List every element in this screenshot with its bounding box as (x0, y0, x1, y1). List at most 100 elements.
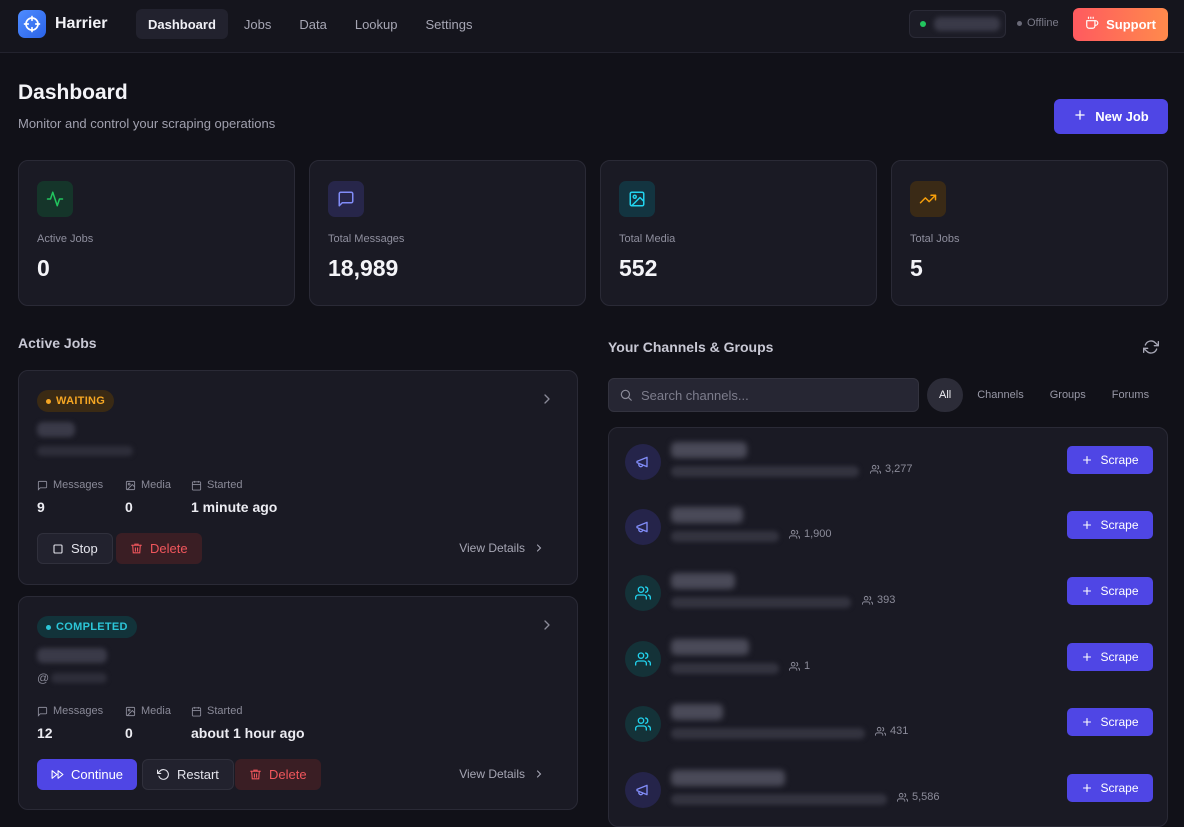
stat-value: 0 (37, 255, 50, 281)
delete-button[interactable]: Delete (116, 533, 202, 564)
trending-up-icon (910, 181, 946, 217)
top-bar: Harrier Dashboard Jobs Data Lookup Setti… (0, 0, 1184, 53)
chevron-right-icon (536, 770, 542, 778)
filter-forums[interactable]: Forums (1100, 378, 1161, 412)
users-icon (625, 575, 661, 611)
scrape-button[interactable]: Scrape (1067, 446, 1153, 474)
channel-username-redacted (671, 728, 865, 739)
job-name-redacted (37, 648, 107, 663)
calendar-icon (191, 480, 202, 491)
stat-value: 552 (619, 255, 658, 281)
support-button[interactable]: Support (1073, 8, 1168, 41)
list-item[interactable]: 3,277 Scrape (609, 428, 1167, 494)
restart-button[interactable]: Restart (142, 759, 234, 790)
image-icon (125, 480, 136, 490)
scrape-button[interactable]: Scrape (1067, 511, 1153, 539)
activity-icon (37, 181, 73, 217)
job-handle-redacted (51, 673, 108, 683)
connection-status-label: Offline (1027, 17, 1059, 29)
job-card[interactable]: WAITING Messages 9 Media 0 Started 1 min… (18, 370, 578, 585)
brand[interactable]: Harrier (18, 10, 107, 38)
chevron-right-icon[interactable] (539, 391, 555, 412)
status-badge: COMPLETED (37, 616, 137, 638)
users-icon (789, 529, 800, 539)
list-item[interactable]: 393 Scrape (609, 559, 1167, 625)
status-dot (46, 398, 51, 404)
nav-data[interactable]: Data (287, 9, 338, 39)
channel-filter-tabs: All Channels Groups Forums (927, 378, 1161, 412)
users-icon (625, 706, 661, 742)
scrape-button[interactable]: Scrape (1067, 708, 1153, 736)
channel-search[interactable] (608, 378, 919, 412)
stat-card-total-messages: Total Messages 18,989 (309, 160, 586, 306)
channel-name-redacted (671, 704, 723, 720)
messages-label: Messages (37, 479, 103, 491)
megaphone-icon (625, 772, 661, 808)
fast-forward-icon (51, 770, 64, 779)
channel-username-redacted (671, 663, 779, 674)
stat-card-total-media: Total Media 552 (600, 160, 877, 306)
search-icon (620, 389, 632, 401)
page-subtitle: Monitor and control your scraping operat… (18, 116, 276, 131)
delete-button[interactable]: Delete (235, 759, 321, 790)
filter-all[interactable]: All (927, 378, 964, 412)
message-square-icon (37, 480, 48, 491)
nav-jobs[interactable]: Jobs (232, 9, 283, 39)
stat-card-total-jobs: Total Jobs 5 (891, 160, 1168, 306)
status-label: WAITING (56, 395, 106, 407)
crosshair-icon (18, 10, 46, 38)
search-input[interactable] (641, 387, 901, 403)
stop-button[interactable]: Stop (37, 533, 113, 564)
nav-dashboard[interactable]: Dashboard (136, 9, 228, 39)
channel-name-redacted (671, 442, 747, 458)
view-details-link[interactable]: View Details (459, 767, 545, 781)
scrape-button[interactable]: Scrape (1067, 774, 1153, 802)
plus-icon (1083, 717, 1092, 727)
media-label: Media (125, 479, 171, 491)
status-dot (1017, 20, 1022, 26)
channels-title: Your Channels & Groups (608, 339, 774, 355)
plus-icon (1083, 586, 1092, 596)
status-dot (46, 624, 51, 630)
coffee-icon (1085, 16, 1099, 33)
filter-groups[interactable]: Groups (1038, 378, 1098, 412)
users-icon (870, 464, 881, 474)
users-icon (897, 792, 908, 802)
chevron-right-icon[interactable] (539, 617, 555, 638)
account-selector[interactable] (909, 10, 1006, 38)
channel-name-redacted (671, 507, 743, 523)
channel-username-redacted (671, 794, 887, 805)
image-icon (125, 706, 136, 716)
job-name-redacted (37, 422, 75, 437)
refresh-icon[interactable] (1143, 339, 1159, 360)
rotate-ccw-icon (157, 769, 169, 780)
list-item[interactable]: 1,900 Scrape (609, 493, 1167, 559)
message-square-icon (328, 181, 364, 217)
started-label: Started (191, 705, 242, 717)
list-item[interactable]: 431 Scrape (609, 690, 1167, 756)
channel-username-redacted (671, 531, 779, 542)
users-icon (789, 661, 800, 671)
scrape-button[interactable]: Scrape (1067, 643, 1153, 671)
view-details-link[interactable]: View Details (459, 541, 545, 555)
support-label: Support (1106, 17, 1156, 32)
filter-channels[interactable]: Channels (965, 378, 1035, 412)
channel-username-redacted (671, 466, 859, 477)
stat-label: Total Jobs (910, 233, 960, 245)
job-card[interactable]: COMPLETED @ Messages 12 Media 0 Started … (18, 596, 578, 810)
nav-settings[interactable]: Settings (414, 9, 485, 39)
messages-value: 12 (37, 725, 53, 741)
media-value: 0 (125, 725, 133, 741)
continue-button[interactable]: Continue (37, 759, 138, 790)
channel-name-redacted (671, 770, 785, 786)
member-count: 5,586 (897, 791, 940, 803)
trash-icon (250, 769, 261, 780)
list-item[interactable]: 1 Scrape (609, 625, 1167, 691)
list-item[interactable]: 5,586 Scrape (609, 756, 1167, 822)
scrape-button[interactable]: Scrape (1067, 577, 1153, 605)
new-job-button[interactable]: New Job (1054, 99, 1168, 134)
messages-label: Messages (37, 705, 103, 717)
trash-icon (131, 543, 142, 554)
nav-lookup[interactable]: Lookup (343, 9, 410, 39)
new-job-label: New Job (1095, 109, 1149, 124)
